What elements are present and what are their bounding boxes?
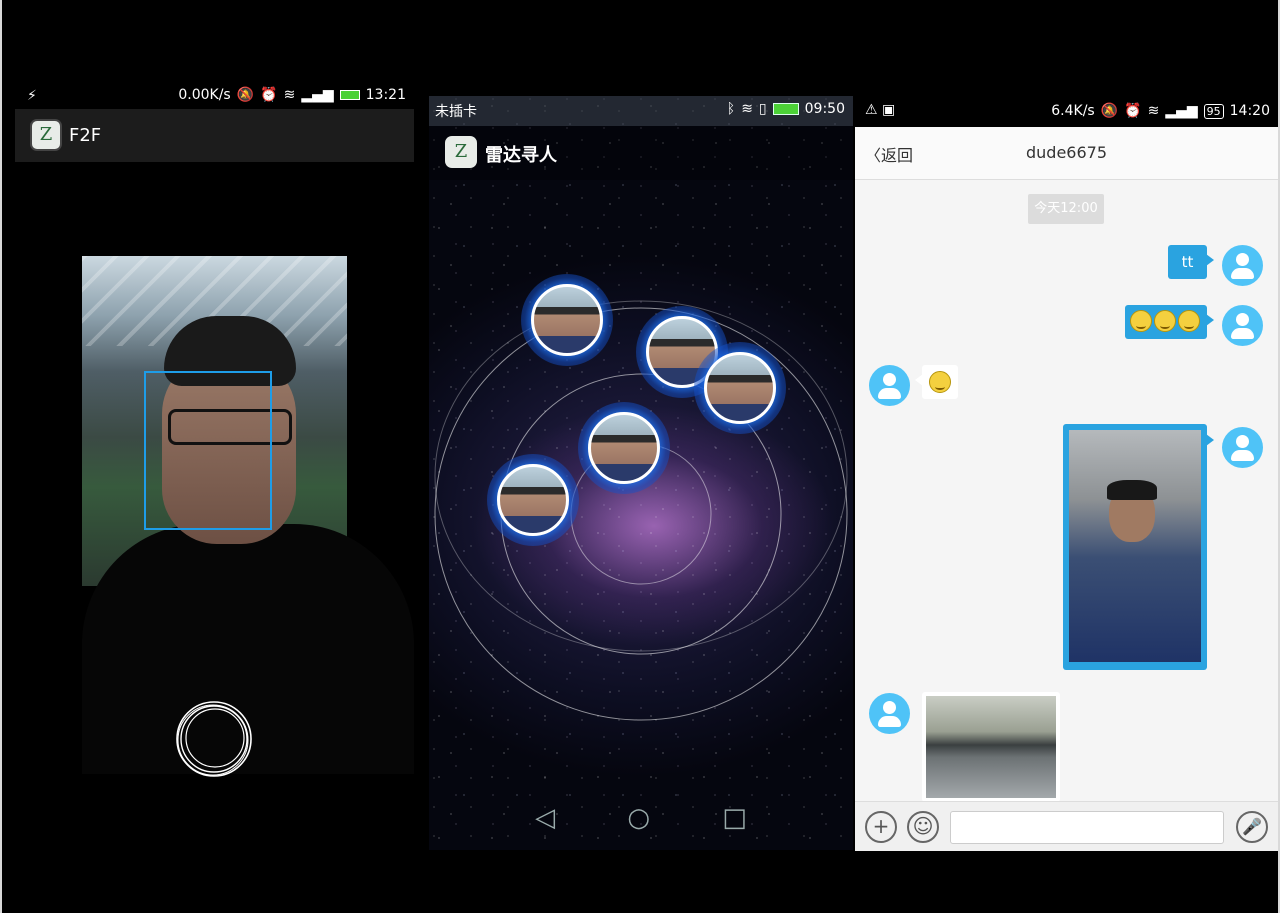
app-bar: Z 雷达寻人 <box>429 126 853 180</box>
battery-icon <box>772 103 799 115</box>
radar-user-bubble[interactable] <box>521 274 613 366</box>
carrier-label: 未插卡 <box>435 104 477 120</box>
mute-icon: 🔕 <box>1100 103 1119 119</box>
app-title: F2F <box>69 125 102 146</box>
status-bar: ⚠ ▣ 6.4K/s 🔕 ⏰ ≋ ▂▄▆ 95 14:20 <box>855 97 1278 127</box>
emoji-icon <box>1178 310 1200 332</box>
sent-photo <box>1069 430 1201 662</box>
emoji-icon <box>929 371 951 393</box>
self-avatar[interactable] <box>1222 245 1263 286</box>
avatar-torso <box>1231 268 1254 279</box>
user-avatar-photo <box>588 412 660 484</box>
home-nav-icon[interactable]: ○ <box>627 803 650 833</box>
photo-hair <box>1107 480 1157 500</box>
avatar-torso <box>1231 450 1254 461</box>
image-icon: ▣ <box>882 102 896 118</box>
frame-edge-left <box>0 0 2 913</box>
avatar-head <box>1236 253 1249 266</box>
message-photo-sent[interactable] <box>1063 424 1214 670</box>
face-detection-box <box>144 371 272 530</box>
sim-icon: ▯ <box>758 101 767 117</box>
navigation-bar: ◁ ○ □ <box>429 786 853 850</box>
chat-header: 〈返回 dude6675 <box>855 127 1278 180</box>
network-speed: 0.00K/s <box>178 87 231 103</box>
message-bubble-sent[interactable]: tt <box>1168 245 1214 279</box>
avatar-head <box>1236 313 1249 326</box>
message-timestamp: 今天12:00 <box>1028 194 1104 224</box>
contact-avatar[interactable] <box>869 365 910 406</box>
mute-icon: 🔕 <box>236 87 255 103</box>
radar-user-bubble[interactable] <box>487 454 579 546</box>
microphone-button[interactable]: 🎤 <box>1236 811 1268 843</box>
emoji-icon <box>1130 310 1152 332</box>
clock: 13:21 <box>365 87 406 103</box>
radar-user-bubble[interactable] <box>578 402 670 494</box>
phone-chat: ⚠ ▣ 6.4K/s 🔕 ⏰ ≋ ▂▄▆ 95 14:20 〈返回 dude66… <box>855 97 1278 851</box>
warning-icon: ⚠ <box>865 102 878 118</box>
avatar-torso <box>878 716 901 727</box>
wifi-icon: ≋ <box>283 87 296 103</box>
back-nav-icon[interactable]: ◁ <box>535 803 555 833</box>
phone-f2f-camera: ⚡ 0.00K/s 🔕 ⏰ ≋ ▂▄▆ 13:21 Z F2F <box>15 84 414 854</box>
avatar-head <box>883 701 896 714</box>
chat-input-bar: + ☺ 🎤 <box>855 801 1278 851</box>
clock: 09:50 <box>804 101 845 117</box>
radar-user-bubble[interactable] <box>694 342 786 434</box>
self-avatar[interactable] <box>1222 305 1263 346</box>
avatar-head <box>883 373 896 386</box>
recent-apps-icon[interactable]: □ <box>722 803 747 833</box>
contact-avatar[interactable] <box>869 693 910 734</box>
bluetooth-icon: ᛒ <box>726 101 736 117</box>
chat-title: dude6675 <box>1025 143 1107 162</box>
phone-radar-search: 未插卡 ᛒ ≋ ▯ 09:50 Z 雷达寻人 ◁ ○ □ <box>429 96 853 850</box>
status-bar: ⚡ 0.00K/s 🔕 ⏰ ≋ ▂▄▆ 13:21 <box>15 84 414 108</box>
shutter-button[interactable] <box>173 698 255 780</box>
emoji-picker-button[interactable]: ☺ <box>907 811 939 843</box>
app-bar: Z F2F <box>15 109 414 162</box>
avatar-torso <box>1231 328 1254 339</box>
message-photo-received[interactable] <box>922 692 1060 802</box>
signal-icon: ▂▄▆ <box>301 87 334 103</box>
app-title: 雷达寻人 <box>485 145 557 166</box>
status-left-icons: ⚠ ▣ <box>865 102 895 118</box>
emoji-icon <box>1154 310 1176 332</box>
user-avatar-photo <box>531 284 603 356</box>
usb-icon: ⚡ <box>27 88 37 104</box>
user-avatar-photo <box>704 352 776 424</box>
app-logo-icon: Z <box>30 119 62 151</box>
add-attachment-button[interactable]: + <box>865 811 897 843</box>
message-input[interactable] <box>950 811 1224 844</box>
network-speed: 6.4K/s <box>1051 103 1095 119</box>
alarm-icon: ⏰ <box>260 87 278 103</box>
alarm-icon: ⏰ <box>1124 103 1142 119</box>
self-avatar[interactable] <box>1222 427 1263 468</box>
received-photo <box>926 696 1056 798</box>
battery-level: 95 <box>1203 103 1224 119</box>
wifi-icon: ≋ <box>741 101 753 117</box>
message-bubble-received-emoji[interactable] <box>915 365 958 399</box>
battery-icon <box>339 90 360 100</box>
status-bar: 未插卡 ᛒ ≋ ▯ 09:50 <box>429 96 853 126</box>
user-avatar-photo <box>497 464 569 536</box>
avatar-torso <box>878 388 901 399</box>
app-logo-icon: Z <box>445 136 477 168</box>
clock: 14:20 <box>1229 103 1270 119</box>
signal-icon: ▂▄▆ <box>1165 103 1198 119</box>
wifi-icon: ≋ <box>1147 103 1160 119</box>
avatar-head <box>1236 435 1249 448</box>
message-bubble-sent-emoji[interactable] <box>1125 305 1214 339</box>
